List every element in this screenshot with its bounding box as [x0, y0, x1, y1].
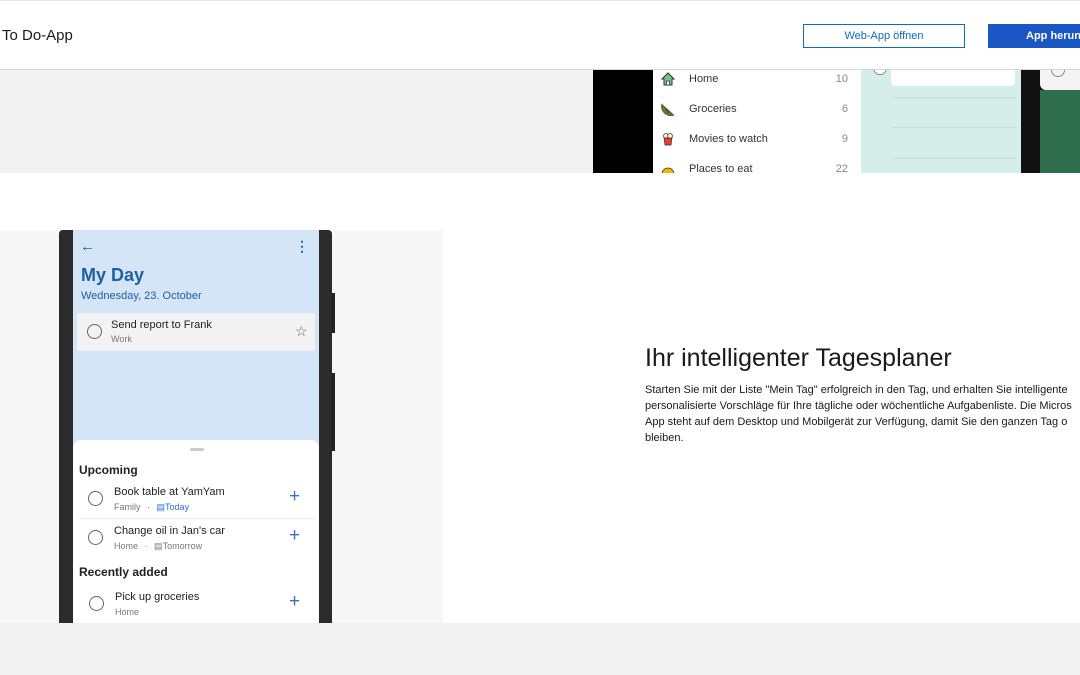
download-app-button[interactable]: App herunte [988, 24, 1080, 48]
task-checkbox[interactable] [88, 530, 103, 545]
task-list-name: Home [115, 607, 140, 617]
task-meta: Home · ▤Tomorrow [114, 541, 202, 552]
description-line: personalisierte Vorschläge für Ihre tägl… [645, 400, 1072, 412]
sheet-handle[interactable] [190, 448, 204, 451]
divider [891, 158, 1017, 159]
list-count: 6 [841, 103, 848, 115]
task-checkbox[interactable] [87, 324, 102, 339]
list-name: Movies to watch [689, 133, 768, 145]
calendar-icon: ▤ [156, 502, 166, 512]
brand-title[interactable]: To Do-App [2, 27, 73, 44]
calendar-icon: ▤ [154, 541, 163, 551]
list-item: Home 10 [653, 70, 861, 94]
list-name: Places to eat [689, 163, 753, 173]
phone-side-button [331, 373, 335, 451]
task-card[interactable]: Send report to Frank Work ☆ [77, 313, 315, 351]
feature-section: ← ⋮ My Day Wednesday, 23. October Send r… [0, 173, 1080, 623]
list-item: Places to eat 22 [653, 154, 861, 173]
open-web-app-button[interactable]: Web-App öffnen [803, 24, 965, 48]
list-count: 10 [835, 73, 848, 85]
task-checkbox[interactable] [88, 491, 103, 506]
list-item: Movies to watch 9 [653, 124, 861, 154]
list-name: Home [689, 73, 719, 85]
next-section [0, 623, 1080, 675]
back-arrow-icon[interactable]: ← [80, 238, 95, 255]
task-meta: Family · ▤Today [114, 502, 189, 513]
phone-screen-background [1040, 90, 1080, 173]
feature-heading: Ihr intelligenter Tagesplaner [645, 344, 952, 372]
task-card-preview [891, 70, 1015, 86]
star-icon[interactable]: ☆ [295, 323, 308, 340]
task-title: Book table at YamYam [114, 486, 225, 498]
task-list-name: Work [111, 334, 132, 344]
my-day-date: Wednesday, 23. October [81, 290, 202, 302]
watermelon-icon [660, 101, 676, 117]
task-checkbox-preview [873, 70, 887, 75]
tasks-preview-panel [861, 70, 1021, 173]
task-checkbox[interactable] [89, 596, 104, 611]
add-to-my-day-icon[interactable]: + [289, 487, 300, 506]
lists-panel: Home 10 Groceries 6 Movies to watch 9 Pl… [653, 70, 861, 173]
list-count: 22 [835, 163, 848, 173]
hero-band: Home 10 Groceries 6 Movies to watch 9 Pl… [0, 70, 1080, 173]
task-due: Tomorrow [162, 541, 203, 551]
phone-bezel [593, 70, 653, 173]
task-title: Pick up groceries [115, 591, 200, 603]
meta-separator: · [147, 502, 151, 512]
list-name: Groceries [689, 103, 737, 115]
task-title: Send report to Frank [111, 319, 212, 331]
divider [79, 518, 315, 519]
divider [891, 97, 1017, 98]
task-list-name: Family [114, 502, 141, 512]
suggestions-sheet: Upcoming Book table at YamYam Family · ▤… [73, 440, 319, 623]
recently-added-heading: Recently added [79, 565, 168, 579]
divider [891, 127, 1017, 128]
more-options-icon[interactable]: ⋮ [295, 238, 309, 255]
description-line: bleiben. [645, 432, 684, 444]
taco-icon [660, 161, 676, 173]
meta-separator: · [144, 541, 148, 551]
description-line: App steht auf dem Desktop und Mobilgerät… [645, 416, 1068, 428]
phone-screen: ← ⋮ My Day Wednesday, 23. October Send r… [73, 230, 319, 623]
my-day-title: My Day [81, 265, 145, 285]
upcoming-heading: Upcoming [79, 463, 138, 477]
top-nav: To Do-App Web-App öffnen App herunte [0, 0, 1080, 70]
task-list-name: Home [114, 541, 139, 551]
house-icon [660, 71, 676, 87]
list-count: 9 [841, 133, 848, 145]
popcorn-icon [660, 131, 676, 147]
phone-side-button [331, 293, 335, 333]
feature-description: Starten Sie mit der Liste "Mein Tag" erf… [645, 382, 1080, 446]
add-to-my-day-icon[interactable]: + [289, 526, 300, 545]
description-line: Starten Sie mit der Liste "Mein Tag" erf… [645, 384, 1068, 396]
task-title: Change oil in Jan's car [114, 525, 225, 537]
task-due: Today [165, 502, 190, 512]
list-item: Groceries 6 [653, 94, 861, 124]
add-to-my-day-icon[interactable]: + [289, 592, 300, 611]
